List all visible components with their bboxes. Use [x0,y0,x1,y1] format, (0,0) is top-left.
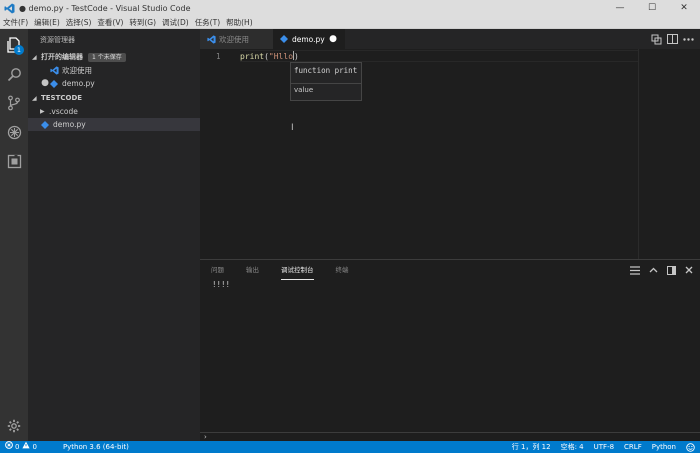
bottom-panel: 问题 输出 调试控制台 终端 !!!! › [200,259,700,441]
unsaved-dot-icon: ● [41,78,49,88]
maximize-button[interactable]: ☐ [636,0,668,16]
parameter-label: value [291,83,361,100]
open-editor-welcome[interactable]: 欢迎使用 [28,64,200,77]
line-ending[interactable]: CRLF [619,441,647,453]
menu-selection[interactable]: 选择(S) [63,16,95,29]
tab-label: 欢迎使用 [219,34,249,44]
vscode-file-icon [206,34,216,44]
split-editor-icon[interactable] [664,29,680,49]
python-interpreter[interactable]: Python 3.6 (64-bit) [58,441,134,453]
unsaved-badge: 1 个未保存 [88,53,126,62]
explorer-badge: 1 [14,45,24,55]
open-editor-demo[interactable]: ● demo.py [28,77,200,90]
code-function: print [240,52,265,61]
menu-tasks[interactable]: 任务(T) [192,16,223,29]
maximize-panel-icon[interactable] [644,260,662,280]
menu-debug[interactable]: 调试(D) [159,16,192,29]
menu-help[interactable]: 帮助(H) [223,16,256,29]
panel-tab-problems[interactable]: 问题 [211,260,224,280]
cursor-position[interactable]: 行 1，列 12 [507,441,556,453]
chevron-down-icon: ◢ [32,95,37,102]
folder-header[interactable]: ◢ TESTCODE [28,92,200,105]
activity-bar: 1 [0,29,28,441]
warning-count: 0 [32,443,37,451]
open-editors-header[interactable]: ◢ 打开的编辑器 1 个未保存 [28,51,200,64]
search-icon[interactable] [0,61,28,87]
status-bar: 0 0 Python 3.6 (64-bit) 行 1，列 12 空格: 4 U… [0,441,700,453]
tree-item-label: demo.py [53,120,86,129]
error-icon [5,441,13,453]
python-file-icon [49,79,59,89]
debug-icon[interactable] [0,119,28,145]
tree-item-label: .vscode [49,107,78,116]
code-paren-close: ) [294,52,299,61]
file-encoding[interactable]: UTF-8 [589,441,619,453]
language-mode[interactable]: Python [647,441,681,453]
open-editor-label: demo.py [62,79,95,88]
feedback-smiley-icon[interactable] [681,442,700,452]
tab-label: demo.py [292,34,325,44]
open-editors-label: 打开的编辑器 [41,53,83,61]
panel-tab-terminal[interactable]: 终端 [336,260,349,280]
window-title: ● demo.py - TestCode - Visual Studio Cod… [19,3,191,13]
more-actions-icon[interactable] [680,29,696,49]
open-changes-icon[interactable] [648,29,664,49]
editor-tabs: 欢迎使用 demo.py ● [200,29,700,49]
settings-gear-icon[interactable] [0,413,28,439]
unsaved-dot-icon[interactable]: ● [329,34,337,44]
menu-edit[interactable]: 编辑(E) [31,16,63,29]
tree-item-demo-py[interactable]: demo.py [28,118,200,131]
ruler-guide [638,49,639,259]
console-input[interactable]: › [200,432,700,441]
python-file-icon [279,34,289,44]
menu-view[interactable]: 查看(V) [94,16,126,29]
vscode-file-icon [49,66,59,76]
menu-bar: 文件(F) 编辑(E) 选择(S) 查看(V) 转到(G) 调试(D) 任务(T… [0,16,700,29]
explorer-icon[interactable]: 1 [0,32,28,58]
parameter-hint-widget: function print value [290,62,362,101]
sidebar-title: 资源管理器 [40,36,75,44]
close-window-button[interactable]: ✕ [668,0,700,16]
problems-status[interactable]: 0 0 [0,441,42,453]
menu-goto[interactable]: 转到(G) [126,16,159,29]
toggle-panel-position-icon[interactable] [662,260,680,280]
code-string: "Hllo [268,52,294,61]
text-cursor-icon: I [291,123,294,133]
indentation[interactable]: 空格: 4 [556,441,589,453]
line-number: 1 [216,52,221,61]
prompt-chevron-icon: › [204,433,207,441]
menu-file[interactable]: 文件(F) [0,16,31,29]
minimize-button[interactable]: — [604,0,636,16]
close-panel-icon[interactable] [680,260,698,280]
clear-console-icon[interactable] [626,260,644,280]
tab-demo-py[interactable]: demo.py ● [273,29,345,49]
open-editor-label: 欢迎使用 [62,66,92,75]
tab-welcome[interactable]: 欢迎使用 [200,29,273,49]
title-bar: ● demo.py - TestCode - Visual Studio Cod… [0,0,700,16]
panel-tab-debug-console[interactable]: 调试控制台 [281,260,314,280]
warning-icon [22,441,31,453]
signature-label: function print [294,66,358,75]
code-editor[interactable]: 1 print("Hllo) function print value I [200,49,700,259]
error-count: 0 [15,443,20,451]
console-output: !!!! [212,280,231,289]
extensions-icon[interactable] [0,148,28,174]
chevron-down-icon: ◢ [32,54,37,61]
python-file-icon [40,120,50,130]
folder-label: TESTCODE [41,94,83,102]
source-control-icon[interactable] [0,90,28,116]
chevron-right-icon: ▶ [40,108,45,115]
tree-item-vscode-folder[interactable]: ▶ .vscode [28,105,200,118]
explorer-sidebar: 资源管理器 ◢ 打开的编辑器 1 个未保存 欢迎使用 ● demo.py ◢ T… [28,29,200,441]
code-line[interactable]: print("Hllo) [240,51,299,61]
panel-tab-output[interactable]: 输出 [246,260,259,280]
vscode-logo-icon [3,2,15,14]
